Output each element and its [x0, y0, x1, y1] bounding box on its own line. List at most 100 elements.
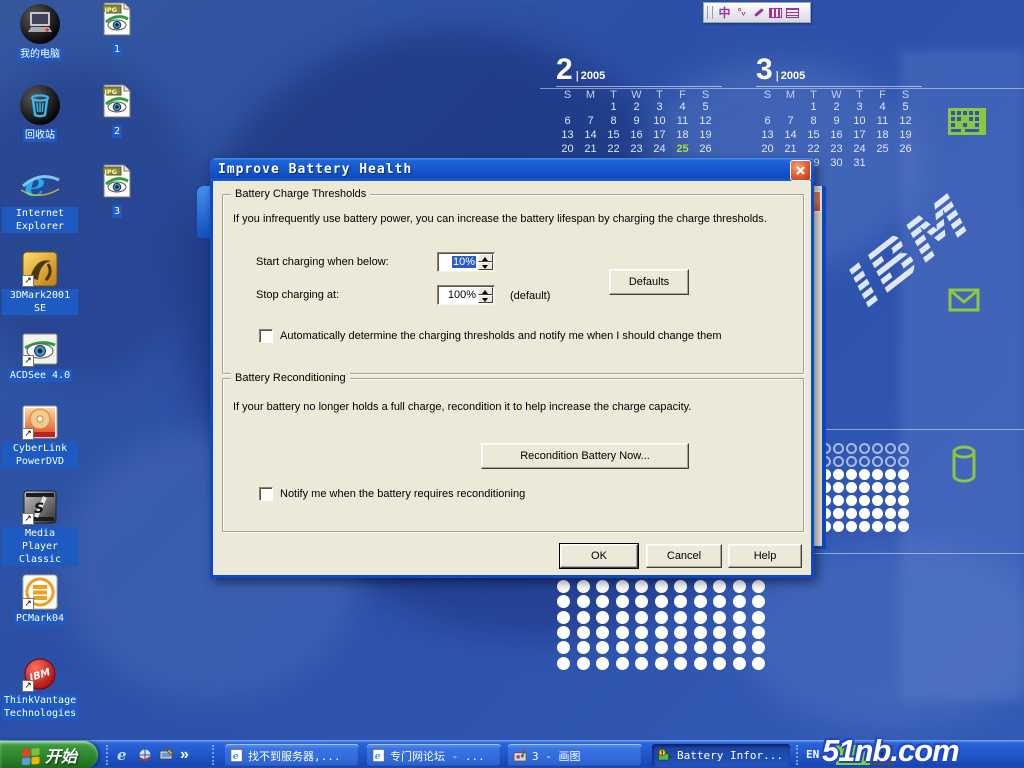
calendar-day-cell: 3 — [648, 101, 671, 115]
desktop-icon-label: 3DMark2001 SE — [2, 289, 78, 315]
shortcut-arrow-icon: ↗ — [22, 355, 34, 367]
calendar-day-cell: 11 — [871, 115, 894, 129]
help-button[interactable]: Help — [728, 544, 802, 568]
calendar-day-cell: 24 — [848, 143, 871, 157]
ime-grip[interactable] — [707, 6, 713, 19]
group-legend: Battery Reconditioning — [231, 372, 350, 384]
windows-flag-icon — [21, 746, 41, 765]
calendar-month-number: 2 — [556, 53, 573, 86]
taskbar-separator — [106, 745, 111, 765]
chinese-mode-icon[interactable]: 中 — [716, 5, 733, 20]
language-indicator[interactable]: EN — [806, 748, 819, 761]
shortcut-arrow-icon: ↗ — [22, 428, 34, 440]
calendar-weekday-row: SMTWTFS — [556, 86, 722, 101]
calendar-header: 22005 — [556, 56, 722, 86]
jpg-file-label: 3 — [112, 205, 122, 218]
spin-down-button[interactable] — [478, 262, 493, 270]
desktop-icon-jpg-2[interactable]: JPG 2 — [95, 84, 139, 138]
quick-launch: e » — [112, 741, 189, 768]
defaults-button[interactable]: Defaults — [609, 269, 689, 295]
svg-text:e: e — [233, 751, 239, 762]
task-label: 3 - 画图 — [532, 748, 581, 764]
recondition-battery-now-button[interactable]: Recondition Battery Now... — [481, 443, 689, 469]
calendar-day-cell — [894, 157, 917, 171]
calendar-day-cell: 31 — [848, 157, 871, 171]
calendar-day-cell: 5 — [694, 101, 717, 115]
input-style-icon[interactable]: °ᵥ — [733, 5, 750, 20]
auto-determine-checkbox[interactable] — [259, 329, 273, 343]
taskbar-task-4[interactable]: Battery Infor... — [652, 744, 790, 767]
show-desktop-icon[interactable] — [158, 746, 176, 764]
calendar-day-cell: 7 — [579, 115, 602, 129]
desktop-icon-pcmark04[interactable]: ↗PCMark04 — [2, 566, 78, 625]
desktop-icon-jpg-1[interactable]: JPG 1 — [95, 2, 139, 56]
cancel-button[interactable]: Cancel — [646, 544, 722, 568]
ime-menu-icon[interactable] — [784, 5, 801, 20]
spin-up-button[interactable] — [478, 254, 493, 262]
shortcut-arrow-icon: ↗ — [22, 513, 34, 525]
calendar-weekday: M — [779, 89, 802, 101]
task-label: 专门网论坛 - ... — [390, 748, 485, 764]
ime-language-bar[interactable]: 中 °ᵥ — [703, 2, 811, 23]
desktop-icon-jpg-3[interactable]: JPG 3 — [95, 164, 139, 218]
calendar-weekday: S — [894, 89, 917, 101]
calendar-week-row: 13141516171819 — [556, 129, 722, 143]
svg-text:JPG: JPG — [104, 6, 118, 14]
desktop-icon-acdsee-40[interactable]: ↗ACDSee 4.0 — [2, 323, 78, 382]
desktop-icon-cyberlink-powerdvd[interactable]: ↗CyberLink PowerDVD — [2, 396, 78, 468]
desktop-icon-my-computer[interactable]: 我的电脑 — [2, 2, 78, 61]
pen-icon[interactable] — [750, 5, 767, 20]
notify-reconditioning-checkbox[interactable] — [259, 487, 273, 501]
stop-charging-spinbox[interactable]: 100% — [437, 285, 495, 305]
dialog-titlebar[interactable]: Improve Battery Health — [210, 158, 814, 181]
ie-page-icon: e — [230, 748, 244, 763]
desktop-icon-label: Media Player Classic — [2, 527, 78, 566]
calendar-header: 32005 — [756, 56, 922, 86]
quick-launch-chevron[interactable]: » — [180, 746, 189, 764]
desktop-icon-label: 回收站 — [23, 129, 57, 142]
desktop-icon-recycle-bin[interactable]: 回收站 — [2, 83, 78, 142]
desktop-icon-internet-explorer[interactable]: eInternet Explorer — [2, 161, 78, 233]
calendar-day-cell: 9 — [825, 115, 848, 129]
taskbar-task-2[interactable]: e专门网论坛 - ... — [367, 744, 501, 767]
cyberlink-powerdvd-icon: ↗ — [22, 396, 58, 440]
spin-up-button[interactable] — [478, 287, 493, 295]
wallpaper-calendar-3-2005: 32005SMTWTFS1234567891011121314151617181… — [756, 56, 922, 171]
stop-charging-value[interactable]: 100% — [448, 289, 476, 301]
start-button[interactable]: 开始 — [0, 741, 98, 768]
desktop-icon-thinkvantage-technologies[interactable]: IBM↗ThinkVantage Technologies — [2, 648, 78, 720]
taskbar-task-3[interactable]: 3 - 画图 — [508, 744, 642, 767]
soft-keyboard-icon[interactable] — [767, 5, 784, 20]
calendar-day-cell: 18 — [671, 129, 694, 143]
auto-determine-label[interactable]: Automatically determine the charging thr… — [280, 330, 721, 342]
svg-text:JPG: JPG — [104, 88, 118, 96]
close-button[interactable] — [790, 160, 811, 181]
start-charging-value[interactable]: 10% — [452, 256, 476, 268]
ok-button[interactable]: OK — [560, 544, 638, 568]
calendar-day-cell: 3 — [848, 101, 871, 115]
calendar-day-cell: 25 — [871, 143, 894, 157]
desktop-icon-media-player-classic[interactable]: S↗Media Player Classic — [2, 481, 78, 566]
envelope-icon — [948, 288, 980, 312]
spin-down-button[interactable] — [478, 295, 493, 303]
shortcut-arrow-icon: ↗ — [22, 680, 34, 692]
wallpaper-line — [812, 553, 1024, 554]
calendar-day-cell: 8 — [802, 115, 825, 129]
desktop-icon-3dmark2001-se[interactable]: ↗3DMark2001 SE — [2, 243, 78, 315]
taskbar-task-1[interactable]: e找不到服务器,... — [225, 744, 359, 767]
browser-globe-quick-launch-icon[interactable] — [136, 746, 154, 764]
jpg-file-label: 2 — [112, 125, 122, 138]
calendar-year: 2005 — [576, 70, 606, 82]
notify-reconditioning-label[interactable]: Notify me when the battery requires reco… — [280, 488, 525, 500]
start-label: 开始 — [45, 743, 77, 767]
calendar-day-cell: 5 — [894, 101, 917, 115]
ie-quick-launch-icon[interactable]: e — [114, 746, 132, 764]
start-charging-spinbox[interactable]: 10% — [437, 252, 495, 272]
calendar-day-cell — [556, 101, 579, 115]
recondition-description: If your battery no longer holds a full c… — [233, 401, 691, 413]
calendar-weekday: T — [648, 89, 671, 101]
pcmark04-icon: ↗ — [22, 566, 58, 610]
battery-charge-thresholds-group: Battery Charge Thresholds If you infrequ… — [222, 194, 804, 374]
calendar-day-cell: 1 — [602, 101, 625, 115]
calendar-week-row: 6789101112 — [556, 115, 722, 129]
